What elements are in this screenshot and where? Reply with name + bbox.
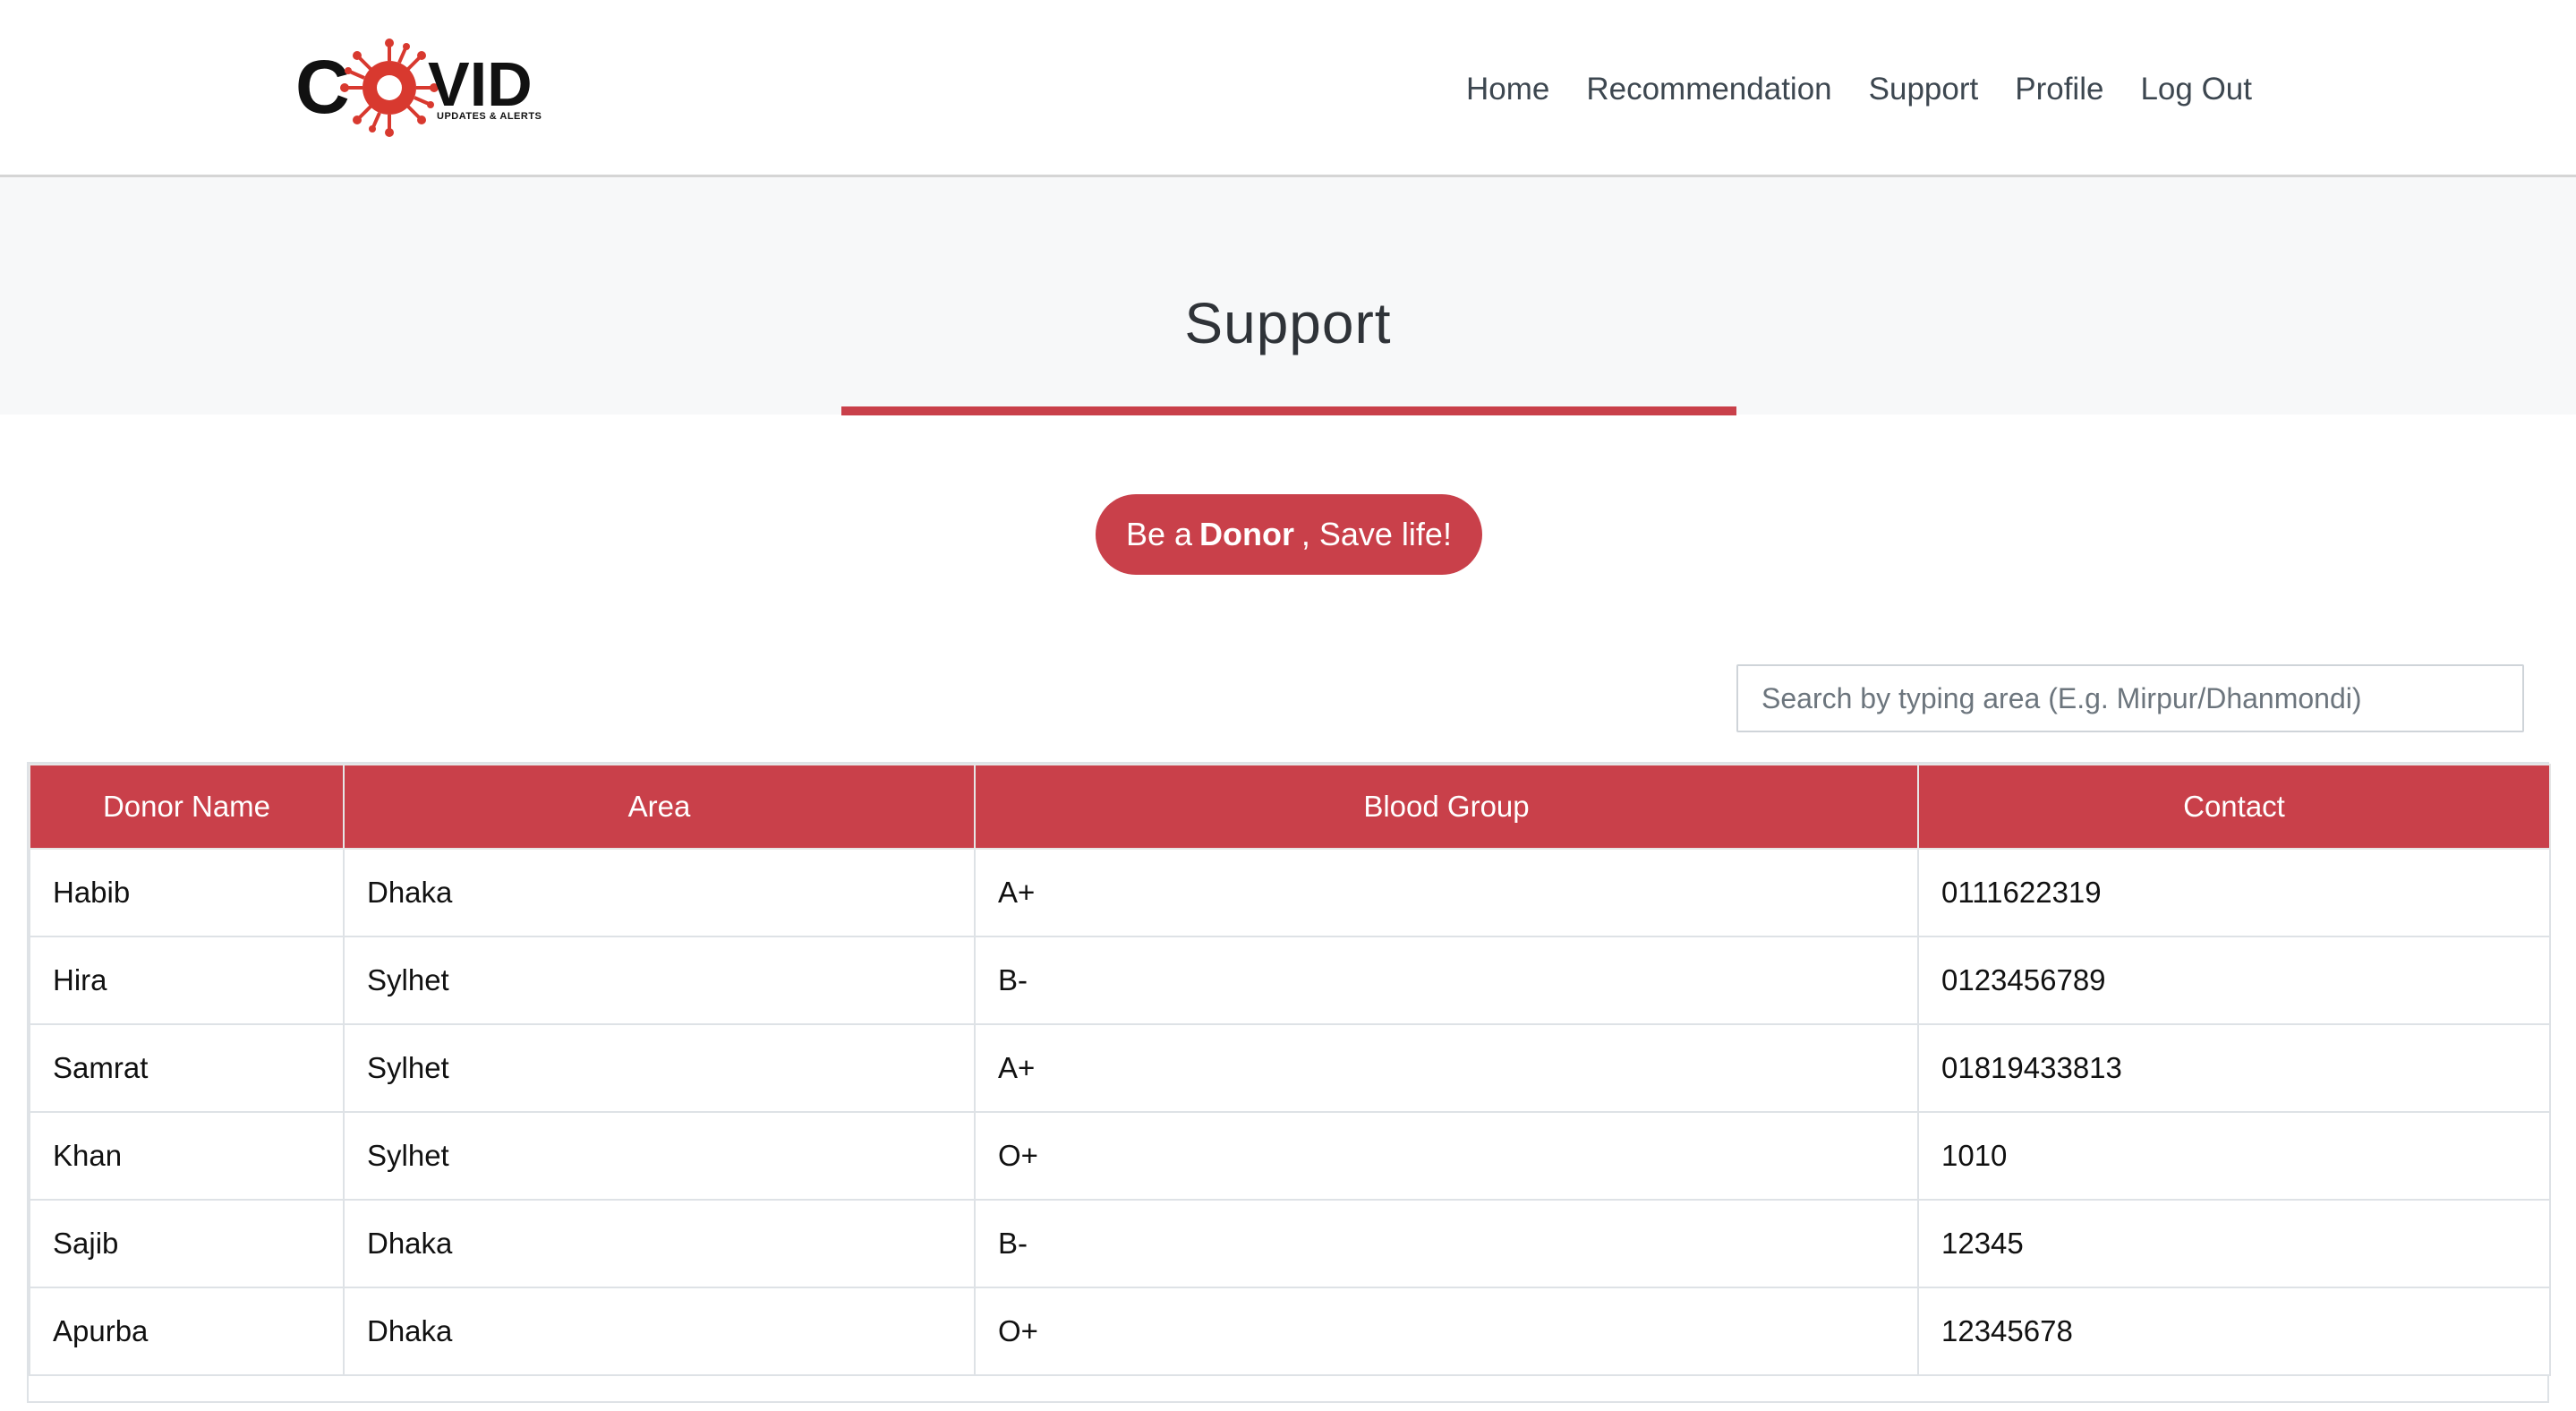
donor-name-cell: Sajib — [29, 1199, 345, 1288]
column-header-blood-group[interactable]: Blood Group — [974, 764, 1919, 850]
donor-button-emphasis: Donor — [1198, 516, 1294, 552]
table-row: Samrat Sylhet A+ 01819433813 — [29, 1023, 2551, 1113]
area-cell: Dhaka — [343, 1287, 976, 1376]
area-search-input[interactable] — [1736, 664, 2524, 732]
table-row: Khan Sylhet O+ 1010 — [29, 1111, 2551, 1201]
donor-name-cell: Habib — [29, 848, 345, 937]
blood-group-cell: A+ — [974, 848, 1919, 937]
table-row: Apurba Dhaka O+ 12345678 — [29, 1287, 2551, 1376]
logo-tagline: UPDATES & ALERTS — [437, 111, 542, 122]
contact-cell: 0111622319 — [1917, 848, 2551, 937]
donor-name-cell: Khan — [29, 1111, 345, 1201]
contact-cell: 12345 — [1917, 1199, 2551, 1288]
nav-support[interactable]: Support — [1869, 72, 1979, 107]
donor-name-cell: Samrat — [29, 1023, 345, 1113]
page-title: Support — [1184, 291, 1392, 355]
covid-logo-graphic: C VID — [295, 38, 533, 137]
area-cell: Sylhet — [343, 1111, 976, 1201]
donor-table-container: Donor Name Area Blood Group Contact Habi… — [27, 762, 2551, 1403]
donor-name-cell: Apurba — [29, 1287, 345, 1376]
donor-button-suffix: , Save life! — [1301, 516, 1452, 552]
table-row: Habib Dhaka A+ 0111622319 — [29, 848, 2551, 937]
donor-table: Donor Name Area Blood Group Contact Habi… — [29, 764, 2551, 1376]
area-cell: Sylhet — [343, 1023, 976, 1113]
nav-profile[interactable]: Profile — [2015, 72, 2103, 107]
contact-cell: 01819433813 — [1917, 1023, 2551, 1113]
column-header-donor-name[interactable]: Donor Name — [29, 764, 345, 850]
column-header-area[interactable]: Area — [343, 764, 976, 850]
donor-name-cell: Hira — [29, 936, 345, 1025]
contact-cell: 0123456789 — [1917, 936, 2551, 1025]
blood-group-cell: B- — [974, 936, 1919, 1025]
area-cell: Dhaka — [343, 848, 976, 937]
contact-cell: 1010 — [1917, 1111, 2551, 1201]
column-header-contact[interactable]: Contact — [1917, 764, 2551, 850]
site-header: C VID UPDATES & ALERTS Home Recommendati… — [0, 0, 2576, 177]
table-row: Sajib Dhaka B- 12345 — [29, 1199, 2551, 1288]
covid-logo[interactable]: C VID UPDATES & ALERTS — [295, 34, 555, 141]
svg-text:VID: VID — [428, 49, 533, 119]
title-underline — [841, 406, 1736, 415]
be-a-donor-button[interactable]: Be a Donor, Save life! — [1096, 494, 1482, 575]
nav-home[interactable]: Home — [1466, 72, 1549, 107]
blood-group-cell: O+ — [974, 1287, 1919, 1376]
table-row: Hira Sylhet B- 0123456789 — [29, 936, 2551, 1025]
blood-group-cell: B- — [974, 1199, 1919, 1288]
page-hero: Support — [0, 177, 2576, 415]
nav-log-out[interactable]: Log Out — [2140, 72, 2252, 107]
table-header-row: Donor Name Area Blood Group Contact — [29, 764, 2551, 850]
contact-cell: 12345678 — [1917, 1287, 2551, 1376]
area-cell: Dhaka — [343, 1199, 976, 1288]
donor-button-prefix: Be a — [1126, 516, 1193, 552]
blood-group-cell: A+ — [974, 1023, 1919, 1113]
blood-group-cell: O+ — [974, 1111, 1919, 1201]
nav-recommendation[interactable]: Recommendation — [1586, 72, 1831, 107]
main-nav: Home Recommendation Support Profile Log … — [1466, 63, 2252, 116]
area-cell: Sylhet — [343, 936, 976, 1025]
